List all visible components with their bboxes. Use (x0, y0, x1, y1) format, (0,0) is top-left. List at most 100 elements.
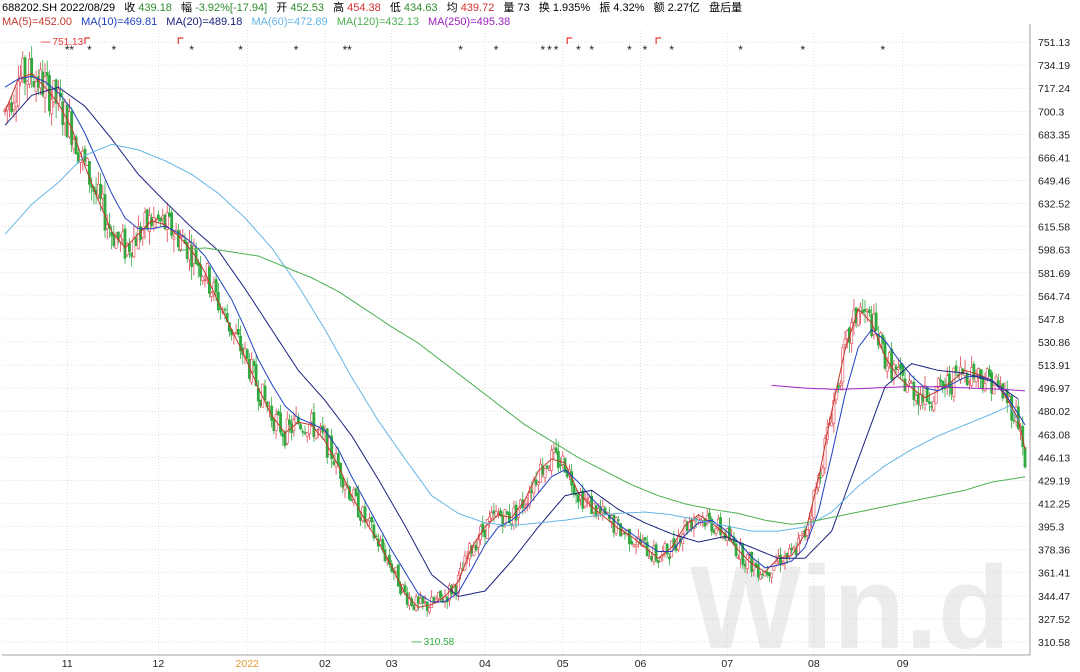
high-label: 751.13 (53, 37, 84, 48)
candle-body (703, 518, 707, 527)
candle-body (801, 531, 805, 534)
candle-body (910, 382, 914, 384)
candle-body (214, 279, 218, 293)
candle-body (668, 556, 671, 560)
candle-body (954, 365, 958, 372)
candles (3, 46, 1027, 618)
candle-body (394, 566, 398, 572)
candle-body (23, 57, 27, 84)
candle-body (412, 604, 416, 610)
candle-body (172, 236, 176, 240)
candle-body (403, 585, 407, 592)
candle-body (899, 363, 902, 369)
candle-body (288, 419, 291, 425)
candle-body (488, 516, 491, 522)
candle-body (103, 194, 107, 231)
y-tick-label: 480.02 (1038, 406, 1070, 418)
candle-body (10, 102, 14, 112)
candle-body (483, 529, 487, 538)
candle-body (523, 505, 527, 508)
candle-body (721, 532, 725, 537)
candle-body (632, 544, 636, 547)
candle-body (916, 393, 920, 405)
event-star-marker: * (880, 43, 885, 57)
candle-body (839, 383, 842, 386)
candle-body (903, 378, 907, 392)
candle-body (539, 463, 542, 483)
candle-body (85, 158, 89, 166)
event-star-marker: * (540, 43, 545, 57)
candle-body (530, 490, 534, 493)
candle-body (845, 330, 849, 339)
candle-body (492, 510, 496, 514)
candle-body (561, 455, 565, 465)
candle-body (416, 596, 420, 604)
event-star-marker: * (643, 43, 648, 57)
candle-body (72, 139, 76, 150)
y-tick-label: 429.19 (1038, 475, 1070, 487)
candle-body (341, 477, 345, 488)
candle-body (650, 555, 654, 561)
candle-body (941, 380, 945, 388)
watermark: Win.d (690, 542, 1010, 672)
candle-body (928, 401, 931, 405)
candle-body (476, 539, 480, 548)
y-tick-label: 412.25 (1038, 499, 1070, 511)
candle-body (581, 490, 585, 509)
candle-body (252, 360, 256, 366)
y-tick-label: 632.52 (1038, 199, 1070, 211)
candle-body (896, 367, 900, 370)
candle-body (843, 338, 847, 346)
candle-body (759, 574, 762, 580)
candle-body (934, 386, 938, 404)
y-tick-label: 378.36 (1038, 545, 1070, 557)
candle-body (863, 309, 867, 312)
candle-body (34, 81, 38, 92)
event-flag-marker (655, 37, 662, 44)
x-tick-label: 02 (319, 658, 331, 670)
y-tick-label: 530.86 (1038, 337, 1070, 349)
x-tick-label: 06 (635, 658, 647, 670)
candle-body (734, 543, 738, 557)
candle-body (88, 161, 91, 185)
candle-body (316, 428, 320, 431)
kline-chart[interactable]: Win.d 751.13 734.19 717.24 700.3 683.35 666.41… (0, 0, 1080, 672)
candle-body (28, 59, 31, 85)
candle-body (616, 519, 620, 521)
x-tick-label: 11 (62, 658, 73, 670)
candle-body (790, 548, 794, 551)
candle-body (874, 312, 878, 331)
candle-body (283, 433, 287, 446)
candle-body (123, 228, 127, 259)
candle-body (188, 242, 191, 260)
y-tick-label: 344.47 (1038, 591, 1070, 603)
candle-body (234, 332, 238, 334)
candle-body (45, 72, 49, 77)
candle-body (168, 212, 171, 217)
candle-body (552, 448, 556, 453)
candle-body (303, 432, 307, 434)
candle-body (8, 103, 11, 106)
candle-body (343, 484, 347, 491)
event-star-marker: * (238, 43, 243, 57)
y-tick-label: 361.41 (1038, 568, 1070, 580)
candle-body (630, 540, 634, 545)
y-tick-label: 734.19 (1038, 60, 1070, 72)
candle-body (423, 601, 427, 604)
candle-body (203, 279, 207, 282)
event-star-marker: * (294, 43, 299, 57)
candle-body (745, 554, 749, 570)
candle-body (939, 379, 942, 382)
candle-body (905, 384, 909, 393)
candle-body (805, 529, 809, 536)
candle-body (588, 497, 591, 502)
candle-body (936, 378, 940, 387)
candle-body (994, 376, 998, 384)
x-tick-label: 07 (721, 658, 733, 670)
candle-body (830, 421, 834, 427)
candle-body (143, 212, 147, 227)
candle-body (512, 507, 516, 526)
candle-body (454, 584, 458, 594)
candle-body (574, 493, 578, 496)
candle-body (810, 515, 814, 520)
